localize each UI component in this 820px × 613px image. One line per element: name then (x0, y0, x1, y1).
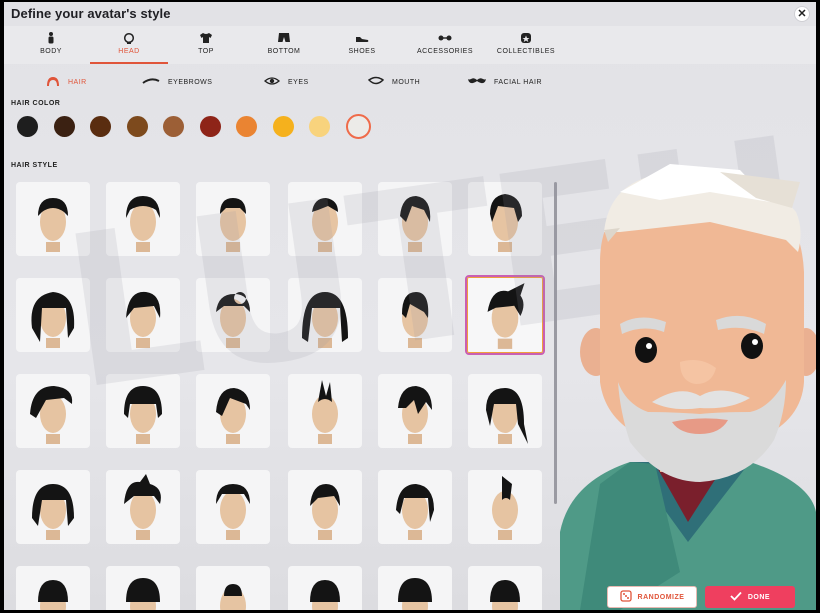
shorts-icon (254, 26, 314, 48)
subtab-label: HAIR (68, 78, 87, 86)
tab-bottom[interactable]: BOTTOM (254, 26, 314, 64)
subtab-label: EYES (288, 78, 309, 86)
mannequin-head-icon (490, 580, 520, 610)
hair-style-label: HAIR STYLE (11, 162, 58, 169)
category-tabbar: BODY HEAD TOP BOTTOM SHOES ACCESSORIES C… (4, 26, 816, 64)
hair-style-option[interactable] (288, 470, 362, 544)
hair-style-option[interactable] (196, 566, 270, 610)
subtab-eyes[interactable]: EYES (264, 72, 309, 92)
hair-style-option[interactable] (106, 566, 180, 610)
hair-style-option[interactable] (196, 470, 270, 544)
hair-color-swatch[interactable] (163, 116, 184, 137)
page-title: Define your avatar's style (11, 6, 171, 21)
mannequin-head-icon (216, 484, 250, 540)
subtab-label: FACIAL HAIR (494, 78, 543, 86)
done-button[interactable]: DONE (705, 586, 795, 608)
eyebrow-icon (142, 77, 160, 87)
tab-head[interactable]: HEAD (90, 26, 168, 64)
shoe-icon (332, 26, 392, 48)
hair-color-swatch[interactable] (53, 116, 75, 137)
hair-style-option[interactable] (378, 566, 452, 610)
done-label: DONE (747, 593, 771, 601)
mannequin-head-icon (310, 484, 340, 540)
mannequin-head-icon (220, 584, 246, 610)
tab-top[interactable]: TOP (176, 26, 236, 64)
subtab-label: MOUTH (392, 78, 421, 86)
mustache-icon (468, 77, 486, 87)
hair-color-label: HAIR COLOR (11, 100, 61, 107)
dice-icon (619, 590, 632, 604)
tab-collectibles[interactable]: COLLECTIBLES (486, 26, 566, 64)
shirt-icon (176, 26, 236, 48)
mouth-icon (367, 76, 385, 88)
collectible-icon (486, 26, 566, 48)
hair-color-swatch[interactable] (309, 116, 330, 137)
avatar-preview (560, 112, 816, 610)
mannequin-head-icon (492, 476, 518, 540)
randomize-button[interactable]: RANDOMIZE (607, 586, 697, 608)
subtab-label: EYEBROWS (168, 78, 213, 86)
mannequin-head-icon (38, 580, 68, 610)
tab-label: COLLECTIBLES (496, 48, 556, 55)
hair-color-swatch[interactable] (199, 116, 221, 137)
hair-icon (46, 76, 60, 89)
tab-label: HEAD (118, 48, 140, 55)
subtab-hair[interactable]: HAIR (46, 72, 87, 92)
tab-accessories[interactable]: ACCESSORIES (408, 26, 482, 64)
hair-style-option[interactable] (468, 374, 542, 448)
mannequin-head-icon (396, 484, 434, 540)
hair-color-swatch[interactable] (272, 116, 294, 137)
hair-style-option[interactable] (106, 470, 180, 544)
hair-style-option[interactable] (16, 566, 90, 610)
head-subtabs: HAIR EYEBROWS EYES MOUTH FACIAL HAIR (4, 72, 564, 92)
hair-color-swatch[interactable] (126, 116, 148, 137)
tab-label: SHOES (348, 48, 376, 55)
subtab-mouth[interactable]: MOUTH (367, 72, 421, 92)
tab-label: BODY (40, 48, 62, 55)
tab-body[interactable]: BODY (16, 26, 86, 64)
hair-style-option[interactable] (378, 470, 452, 544)
randomize-label: RANDOMIZE (637, 593, 685, 601)
avatar-style-window: Define your avatar's style ✕ BODY HEAD T… (4, 2, 816, 610)
eye-icon (264, 76, 280, 88)
hair-style-option[interactable] (468, 566, 542, 610)
hair-color-swatch[interactable] (17, 116, 38, 137)
mannequin-head-icon (310, 580, 340, 610)
hair-color-swatch[interactable] (345, 114, 371, 139)
tab-label: TOP (198, 48, 214, 55)
hair-style-option[interactable] (288, 566, 362, 610)
hair-color-swatch[interactable] (90, 116, 111, 137)
subtab-facial-hair[interactable]: FACIAL HAIR (468, 72, 542, 92)
mannequin-head-icon (398, 578, 432, 610)
mannequin-head-icon (126, 578, 160, 610)
head-icon (90, 26, 168, 48)
subtab-eyebrows[interactable]: EYEBROWS (142, 72, 212, 92)
mannequin-head-icon (486, 388, 528, 444)
close-button[interactable]: ✕ (794, 6, 810, 22)
person-icon (16, 26, 86, 48)
mannequin-head-icon (124, 474, 161, 540)
hair-style-option[interactable] (468, 470, 542, 544)
tab-shoes[interactable]: SHOES (332, 26, 392, 64)
mannequin-head-icon (32, 484, 74, 540)
tab-label: BOTTOM (267, 48, 301, 55)
glasses-icon (408, 26, 482, 48)
hair-style-option[interactable] (16, 470, 90, 544)
tab-label: ACCESSORIES (416, 48, 474, 55)
checkmark-icon (730, 591, 742, 603)
hair-color-swatch[interactable] (236, 116, 257, 137)
